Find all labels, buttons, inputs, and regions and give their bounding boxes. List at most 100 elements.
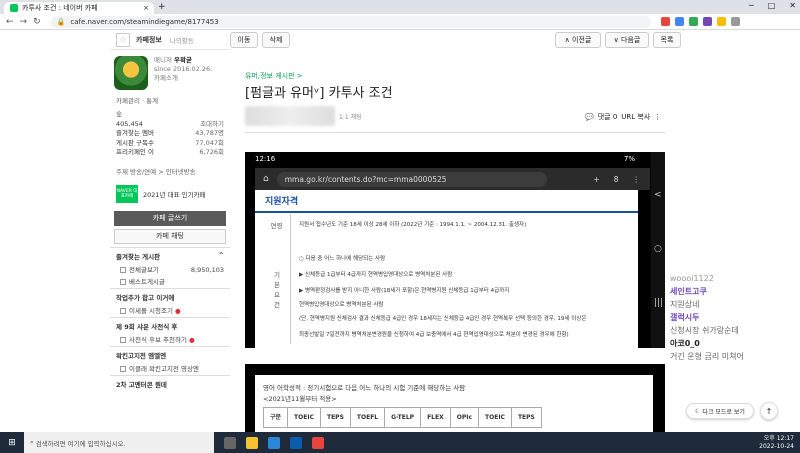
sidebar-section: 왁킨고지전 엠엘엔 [110, 345, 230, 363]
board-label: 이클래 왁킨고지전 영상엔 [129, 364, 199, 373]
sidebar-item[interactable]: 이클래 왁킨고지전 영상엔 [110, 363, 230, 375]
table-header-cell: TOEIC [478, 407, 512, 428]
url-copy-button[interactable]: URL 복사 [621, 112, 650, 122]
post-image-phone-screenshot[interactable]: 12:16 7% ⌂ mma.go.kr/contents.do?mc=mma0… [245, 152, 665, 348]
phone-battery: 7% [623, 155, 635, 163]
home-icon: ⌂ [263, 174, 269, 184]
delete-button[interactable]: 삭제 [262, 32, 290, 48]
maximize-button[interactable]: □ [768, 1, 776, 10]
chat-message: 신청시장 쉬가랑순데 [670, 326, 739, 335]
app-icon[interactable] [290, 436, 302, 449]
scroll-to-top-button[interactable]: ↑ [760, 402, 778, 420]
extension-icon[interactable] [702, 17, 712, 26]
reload-button[interactable]: ↻ [33, 17, 41, 27]
member-count[interactable]: 405,454 [116, 120, 143, 130]
manager-name[interactable]: 우왁굳 [174, 56, 192, 64]
task-view-icon[interactable] [224, 436, 236, 449]
cafe-sidebar: ☆ 카페정보 나의활동 매니저 우왁굳 since 2016.02.26. 카페… [110, 30, 230, 432]
phone-nav-bar: < ○ ||| [651, 152, 665, 348]
app-icon[interactable] [268, 436, 280, 449]
cafe-intro-link[interactable]: 카페소개 [154, 74, 212, 83]
manager-label: 매니저 [154, 56, 172, 64]
stat-label: 즐겨찾는 멤버 [116, 129, 154, 138]
more-icon: ⋮ [632, 174, 641, 184]
table-row: (단, 현역병지원 신체검사 결과 신체등급 4급인 경우 18세지는 신체등급… [299, 316, 587, 322]
table-row: 현역병입영대상으로 병역처분된 사람 [299, 302, 384, 308]
language-table-content: 영어 어학성적 : 정기시험으로 다음 어느 하나의 시험 기준에 해당하는 사… [255, 375, 653, 432]
dark-mode-button[interactable]: ☾ 다크 모드로 보기 [686, 403, 754, 419]
address-bar: ← → ↻ 🔒 cafe.naver.com/steamindiegame/81… [0, 14, 800, 30]
post-image-language-table[interactable]: 영어 어학성적 : 정기시험으로 다음 어느 하나의 시험 기준에 해당하는 사… [245, 364, 665, 432]
more-icon[interactable]: ⋮ [654, 113, 661, 121]
chat-username: 세인트고쿠 [670, 287, 707, 296]
chat-link[interactable]: 1:1 채팅 [339, 112, 362, 121]
profile-icon[interactable] [730, 17, 740, 26]
url-field[interactable]: 🔒 cafe.naver.com/steamindiegame/8177453 [50, 15, 651, 28]
board-icon [120, 307, 126, 314]
cafe-stats-link[interactable]: 통계 [146, 97, 158, 105]
sidebar-item-best[interactable]: 베스트게시글 [110, 276, 230, 288]
tab-cafe-info[interactable]: 카페정보 [136, 35, 162, 45]
close-window-button[interactable]: ✕ [789, 1, 796, 10]
extension-icon[interactable] [674, 17, 684, 26]
extension-icon[interactable] [660, 17, 670, 26]
cafe-write-button[interactable]: 카페 글쓰기 [114, 210, 226, 226]
chat-message: 거긴 운형 금리 미쳐어 [670, 352, 744, 361]
tab-close-icon[interactable]: × [143, 4, 149, 12]
comment-count[interactable]: 댓글 0 [598, 112, 618, 122]
table-header-cell: TEPS [510, 407, 542, 428]
phone-browser-ops: + 8 ⋮ [593, 175, 640, 184]
tab-count: 8 [613, 174, 619, 184]
stat-value: 6,726회 [199, 148, 224, 157]
chat-overlay: woooi1122 세인트고쿠 지원상네 갤럭시두 신청시장 쉬가랑순데 아코0… [670, 272, 800, 363]
chevron-up-icon[interactable]: ^ [219, 251, 224, 261]
invite-link[interactable]: 초대하기 [200, 120, 224, 130]
taskbar-clock[interactable]: 오후 12:17 2022-10-24 [759, 435, 794, 451]
list-button[interactable]: 목록 [653, 32, 681, 48]
tab-title: 카투사 조건 : 네이버 카페 [22, 4, 98, 12]
stat-label: 게시판 구독수 [116, 138, 154, 147]
basic-label: 기본요건 [274, 271, 280, 309]
board-link[interactable]: 유머,정보 게시판 > [245, 71, 303, 81]
cafe-avatar[interactable] [114, 56, 148, 90]
cafe-profile: 매니저 우왁굳 since 2016.02.26. 카페소개 [110, 50, 230, 96]
phone-home-icon: ○ [654, 244, 662, 254]
windows-taskbar: ⊞ ⌕ 검색하려면 여기에 입력하십시오. 오후 12:17 2022-10-2… [0, 432, 800, 453]
fav-boards-title: 즐겨찾는 게시판 [116, 252, 161, 261]
prev-post-button[interactable]: ∧ 이전글 [555, 32, 601, 48]
since-date: since 2016.02.26. [154, 65, 213, 73]
sidebar-item[interactable]: 사천식 후보 추천하기 ● [110, 334, 230, 346]
sidebar-item-all-posts[interactable]: 전체글보기 8,950,103 [110, 264, 230, 276]
fav-boards-section[interactable]: 즐겨찾는 게시판 ^ [110, 246, 230, 264]
next-post-button[interactable]: ∨ 다음글 [605, 32, 649, 48]
tab-my-activity[interactable]: 나의활동 [170, 35, 194, 45]
favorite-star-icon[interactable]: ☆ [116, 32, 130, 47]
url-text: cafe.naver.com/steamindiegame/8177453 [70, 17, 219, 26]
extension-icon[interactable] [688, 17, 698, 26]
phone-status-bar: 12:16 7% [255, 155, 635, 163]
chrome-icon[interactable] [312, 436, 324, 449]
chat-username: 아코0_0 [670, 339, 700, 348]
clock-time: 오후 12:17 [763, 434, 794, 442]
back-button[interactable]: ← [6, 17, 14, 27]
search-placeholder: 검색하려면 여기에 입력하십시오. [35, 439, 126, 448]
taskbar-search[interactable]: ⌕ 검색하려면 여기에 입력하십시오. [24, 432, 214, 453]
new-tab-button[interactable]: + [158, 2, 166, 12]
chat-message: 지원상네 [670, 300, 700, 309]
forward-button[interactable]: → [20, 17, 28, 27]
minimize-button[interactable]: ─ [749, 1, 754, 10]
phone-menu-icon: ||| [654, 298, 664, 308]
board-count: 8,950,103 [190, 265, 224, 274]
extension-icon[interactable] [716, 17, 726, 26]
sidebar-item[interactable]: 이세돌 시청조기 ● [110, 305, 230, 317]
new-badge-icon: ● [189, 335, 195, 344]
explorer-icon[interactable] [246, 436, 258, 449]
language-line: <2021년11월부터 적용> [263, 395, 337, 403]
windows-start-icon[interactable]: ⊞ [0, 438, 24, 448]
browser-tab[interactable]: 카투사 조건 : 네이버 카페 × [4, 2, 154, 14]
move-button[interactable]: 이동 [230, 32, 258, 48]
cafe-chat-button[interactable]: 카페 채팅 [114, 228, 226, 244]
author-blurred[interactable] [245, 106, 335, 126]
naver-cafe-favicon-icon [10, 4, 18, 12]
cafe-manage-link[interactable]: 카페관리 [116, 97, 140, 105]
